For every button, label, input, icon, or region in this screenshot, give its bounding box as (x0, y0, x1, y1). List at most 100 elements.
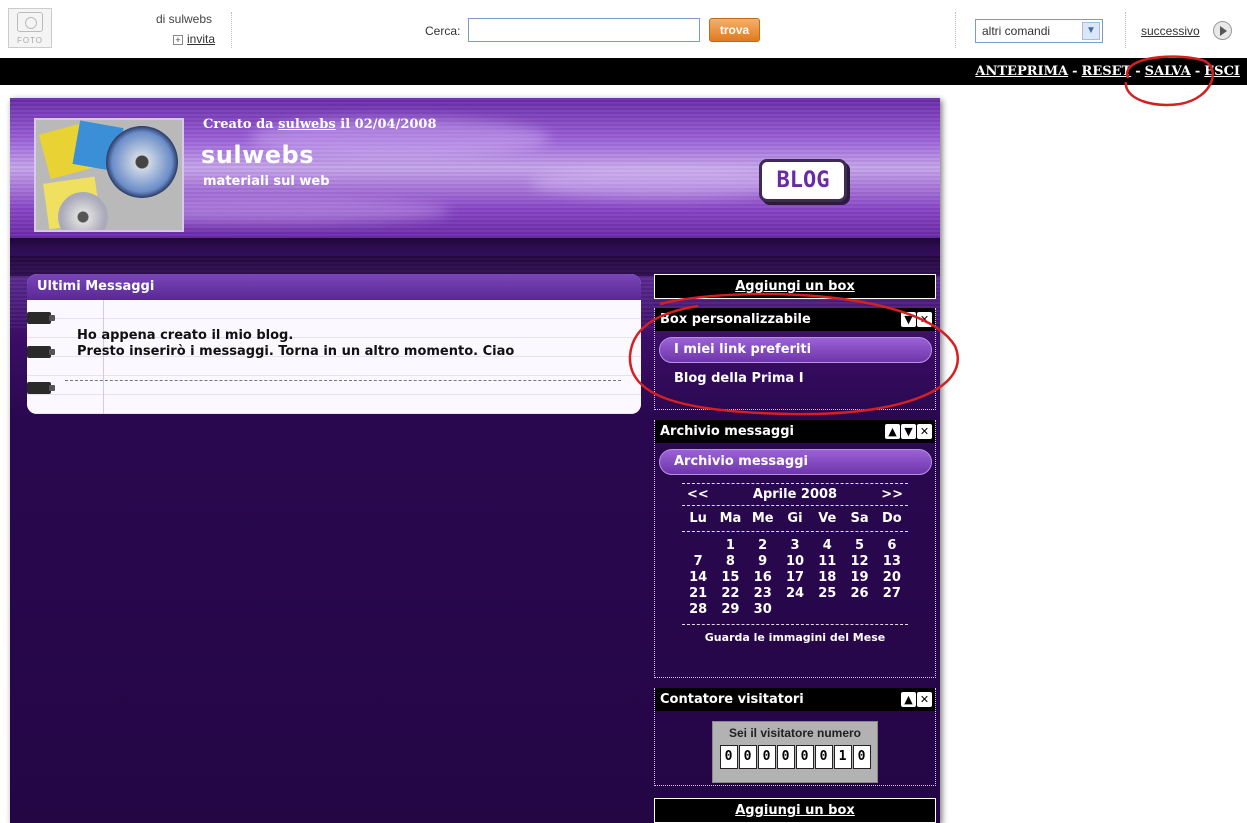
weekday-label: Lu (689, 511, 707, 526)
cd-disc (106, 126, 178, 198)
search-label: Cerca: (425, 24, 461, 38)
exit-link[interactable]: ESCI (1204, 64, 1240, 79)
add-box-button[interactable]: Aggiungi un box (654, 274, 936, 299)
calendar-day[interactable]: 4 (811, 538, 843, 554)
reset-link[interactable]: RESET (1082, 64, 1132, 79)
month-images-link[interactable]: Guarda le immagini del Mese (682, 625, 908, 652)
add-box-label[interactable]: Aggiungi un box (735, 279, 855, 294)
calendar-day[interactable]: 8 (714, 554, 746, 570)
commands-select[interactable]: altri comandi ▼ (975, 19, 1103, 43)
calendar-weekdays: Lu Ma Me Gi Ve Sa Do (682, 506, 908, 532)
box-controls: ▼ ✕ (901, 312, 932, 327)
move-up-icon[interactable]: ▲ (901, 692, 916, 707)
save-link[interactable]: SALVA (1145, 64, 1191, 79)
next-month-link[interactable]: >> (881, 487, 903, 502)
invite-label[interactable]: invita (187, 32, 215, 46)
chevron-down-icon[interactable]: ▼ (1082, 22, 1100, 40)
counter-digit: 0 (738, 745, 757, 769)
message-text: Ho appena creato il mio blog. Presto ins… (77, 328, 514, 360)
created-prefix: Creato da (203, 117, 274, 132)
calendar-day[interactable]: 25 (811, 586, 843, 602)
calendar-day[interactable]: 27 (876, 586, 908, 602)
add-box-label[interactable]: Aggiungi un box (735, 803, 855, 818)
move-up-icon[interactable]: ▲ (885, 424, 900, 439)
blog-page: Creato da sulwebs il 02/04/2008 sulwebs … (10, 98, 940, 823)
calendar-day[interactable]: 23 (747, 586, 779, 602)
blog-logo: BLOG (759, 159, 847, 202)
cd-disc (58, 192, 108, 230)
author-link[interactable]: sulwebs (278, 117, 336, 132)
calendar-week: 123456 (682, 538, 908, 554)
close-icon[interactable]: ✕ (917, 424, 932, 439)
counter-digit: 0 (795, 745, 814, 769)
calendar-week: 21 22 23 24 25 26 27 (682, 586, 908, 602)
calendar-day[interactable]: 20 (876, 570, 908, 586)
calendar-day[interactable]: 30 (747, 602, 779, 618)
calendar-day[interactable]: 16 (747, 570, 779, 586)
messages-box: Ultimi Messaggi Ho appena creato il mio … (27, 274, 641, 414)
next-link[interactable]: successivo (1141, 24, 1200, 38)
photo-button[interactable]: FOTO (8, 8, 52, 48)
counter-digit: 0 (757, 745, 776, 769)
counter-digit: 1 (833, 745, 852, 769)
calendar-day[interactable]: 7 (682, 554, 714, 570)
camera-icon (17, 12, 43, 32)
calendar-day[interactable]: 5 (843, 538, 875, 554)
calendar-day[interactable]: 14 (682, 570, 714, 586)
counter-box-title: Contatore visitatori (660, 692, 804, 707)
prev-month-link[interactable]: << (687, 487, 709, 502)
move-down-icon[interactable]: ▼ (901, 424, 916, 439)
add-box-button[interactable]: Aggiungi un box (654, 798, 936, 823)
calendar-day[interactable]: 2 (747, 538, 779, 554)
calendar-day[interactable]: 24 (779, 586, 811, 602)
calendar-day[interactable]: 6 (876, 538, 908, 554)
binder-ring-icon (27, 382, 55, 394)
favorite-links-pill: I miei link preferiti (659, 337, 932, 363)
separator: - (1072, 64, 1078, 79)
calendar-day[interactable]: 28 (682, 602, 714, 618)
archive-pill[interactable]: Archivio messaggi (659, 449, 932, 475)
created-date: il 02/04/2008 (340, 117, 437, 132)
calendar-day[interactable]: 29 (714, 602, 746, 618)
calendar-day[interactable]: 15 (714, 570, 746, 586)
calendar-day[interactable]: 19 (843, 570, 875, 586)
play-icon[interactable] (1213, 21, 1232, 40)
calendar-day[interactable]: 1 (714, 538, 746, 554)
message-line: Presto inserirò i messaggi. Torna in un … (77, 344, 515, 359)
custom-box-title: Box personalizzabile (660, 312, 811, 327)
counter-digits: 00000010 (713, 745, 877, 769)
visitor-counter: Sei il visitatore numero 00000010 (712, 721, 878, 783)
weekday-label: Ma (719, 511, 742, 526)
close-icon[interactable]: ✕ (917, 692, 932, 707)
calendar-day[interactable]: 13 (876, 554, 908, 570)
calendar-day[interactable]: 12 (843, 554, 875, 570)
calendar-day[interactable]: 3 (779, 538, 811, 554)
archive-box: Archivio messaggi ▲ ▼ ✕ Archivio messagg… (654, 420, 936, 678)
calendar-day[interactable]: 22 (714, 586, 746, 602)
calendar-day[interactable]: 11 (811, 554, 843, 570)
calendar-day[interactable]: 18 (811, 570, 843, 586)
custom-box-header: Box personalizzabile ▼ ✕ (655, 308, 935, 331)
calendar-day[interactable]: 21 (682, 586, 714, 602)
calendar-day (779, 602, 811, 618)
calendar-day[interactable]: 17 (779, 570, 811, 586)
preview-link[interactable]: ANTEPRIMA (975, 64, 1068, 79)
search-input[interactable] (468, 18, 700, 42)
invite-link[interactable]: + invita (173, 32, 215, 46)
favorite-link[interactable]: Blog della Prima I (655, 371, 935, 386)
search-button[interactable]: trova (709, 18, 760, 42)
blog-avatar[interactable] (34, 118, 184, 232)
close-icon[interactable]: ✕ (917, 312, 932, 327)
divider (955, 12, 956, 48)
counter-digit: 0 (719, 745, 738, 769)
calendar-day (811, 602, 843, 618)
messages-header: Ultimi Messaggi (27, 274, 641, 300)
calendar-week: 7 8 9 10 11 12 13 (682, 554, 908, 570)
messages-body: Ho appena creato il mio blog. Presto ins… (27, 300, 641, 414)
calendar-day[interactable]: 9 (747, 554, 779, 570)
move-down-icon[interactable]: ▼ (901, 312, 916, 327)
commands-selected-value: altri comandi (982, 24, 1051, 38)
calendar-day[interactable]: 26 (843, 586, 875, 602)
calendar-day[interactable]: 10 (779, 554, 811, 570)
action-links: ANTEPRIMA - RESET - SALVA - ESCI (975, 64, 1240, 79)
